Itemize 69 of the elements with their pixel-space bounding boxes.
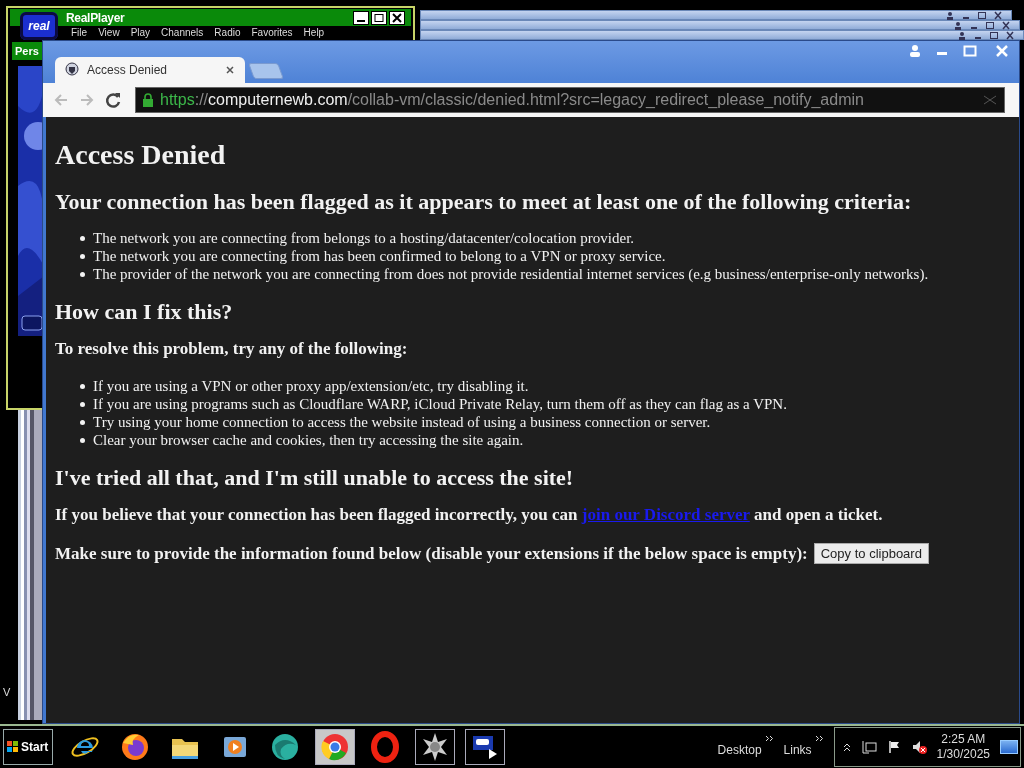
profile-icon[interactable] [953,20,963,30]
bullet [80,419,85,425]
taskbar-button[interactable] [465,729,505,765]
wheel-icon [319,731,351,763]
close-icon[interactable] [1005,30,1015,40]
orb-icon [269,731,301,763]
lock-icon [142,93,154,107]
windows-logo-icon [7,741,19,753]
close-icon[interactable] [225,65,235,75]
list-item: The network you are connecting from belongs to a hosting/datacenter/colocation provider. [93,229,635,247]
menu-item[interactable]: File [71,27,88,41]
list-item: If you are using programs such as Cloudflare WARP, iCloud Private Relay, turn them off as they can flag as a VPN. [93,395,787,413]
list-item: Clear your browser cache and cookies, then try accessing the site again. [93,431,524,449]
chevron-icon[interactable] [814,735,824,742]
desktop-label: V [3,686,11,698]
bullet [80,235,85,241]
paragraph: To resolve this problem, try any of the following: [55,339,409,359]
taskbar-button[interactable] [415,729,455,765]
bullet [80,271,85,277]
close-icon[interactable] [993,10,1003,20]
list-item: If you are using a VPN or other proxy app/extension/etc, try disabling it. [93,377,529,395]
menu-item[interactable]: Radio [214,27,241,41]
section-heading: How can I fix this? [55,299,234,325]
toolbar-label[interactable]: Desktop [717,743,762,757]
minimize-button[interactable] [353,10,369,25]
panel-label: Pers [12,42,44,60]
list-item: Try using your home connection to access the website instead of using a business connection or server. [93,413,711,431]
copy-button[interactable]: Copy to clipboard [813,543,929,564]
tab[interactable]: Access Denied [55,57,245,83]
toolbar-label[interactable]: Links [783,743,812,757]
bullet [80,253,85,259]
speaker-icon[interactable] [910,739,927,755]
network-icon[interactable] [860,740,877,754]
menu-item[interactable]: View [98,27,120,41]
menu-item[interactable]: Channels [161,27,204,41]
address-bar[interactable]: https://computernewb.com/collab-vm/classic/denied.html?src=legacy_redirect_please_notify_admin [135,87,1005,113]
list-item: The network you are connecting from has been confirmed to belong to a VPN or proxy service. [93,247,666,265]
paragraph: If you believe that your connection has been flagged incorrectly, you can join our Discord server and open a ticket. [55,505,884,525]
bullet [80,383,85,389]
list-item: The provider of the network you are connecting from does not provide residential internet services (e.g business/enterprise-only networks). [93,265,929,283]
section-heading: Your connection has been flagged as it appears to meet at least one of the following criteria: [55,189,913,215]
window-title: RealPlayer [66,10,125,25]
profile-icon[interactable] [957,30,967,40]
show-desktop-button[interactable] [1000,740,1018,754]
shield-icon [65,62,81,78]
start-button[interactable]: Start [3,729,53,765]
ring-icon [369,731,401,763]
bullet [80,401,85,407]
profile-icon[interactable] [945,10,955,20]
bullet [80,437,85,443]
clock-date[interactable]: 1/30/2025 [936,747,990,762]
section-heading: I've tried all that, and I'm still unable to access the site! [55,465,575,491]
flag-icon[interactable] [886,740,901,754]
globe-icon [119,731,151,763]
menu-item[interactable]: Help [303,27,325,41]
page-heading: Access Denied [55,139,227,171]
chevron-icon[interactable] [764,735,774,742]
close-icon[interactable] [1001,20,1011,30]
paragraph: Make sure to provide the information found below (disable your extensions if the below space is empty): [55,543,808,564]
clock-time[interactable]: 2:25 AM [941,732,986,747]
menu-item[interactable]: Favorites [251,27,293,41]
maximize-button[interactable] [371,10,387,25]
url-text: https://computernewb.com/collab-vm/classic/denied.html?src=legacy_redirect_please_notify_admin [160,91,865,109]
menu-item[interactable]: Play [130,27,151,41]
resize-icon [982,94,998,106]
chevron-icon[interactable] [842,742,851,752]
close-button[interactable] [389,10,405,25]
reload-icon[interactable] [103,90,123,110]
logo: real [20,12,58,40]
